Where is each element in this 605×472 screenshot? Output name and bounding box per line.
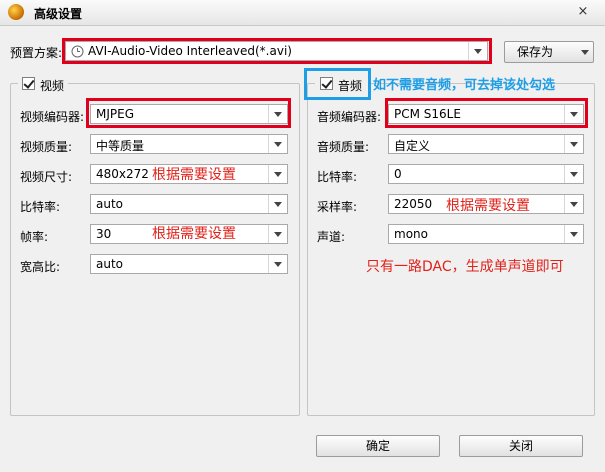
video-framerate-value: 30 [96, 227, 112, 241]
annotation-samplerate-note: 根据需要设置 [446, 198, 530, 214]
audio-codec-select[interactable]: PCM S16LE [388, 104, 584, 124]
ok-button[interactable]: 确定 [316, 435, 440, 457]
chevron-down-icon [268, 105, 287, 123]
video-codec-value: MJPEG [96, 107, 135, 121]
audio-channel-select[interactable]: mono [388, 224, 584, 244]
video-size-label: 视频尺寸: [20, 170, 73, 184]
chevron-down-icon [468, 42, 487, 60]
audio-bitrate-value: 0 [394, 167, 402, 181]
audio-group [307, 83, 595, 416]
audio-bitrate-select[interactable]: 0 [388, 164, 584, 184]
video-size-value: 480x272 [96, 167, 149, 181]
audio-bitrate-label: 比特率: [317, 170, 358, 184]
annotation-audio-tip: 如不需要音频，可去掉该处勾选 [373, 78, 556, 93]
video-quality-value: 中等质量 [96, 139, 145, 153]
audio-quality-label: 音频质量: [317, 140, 370, 154]
video-bitrate-label: 比特率: [20, 200, 61, 214]
preset-select[interactable]: AVI-Audio-Video Interleaved(*.avi) [65, 41, 488, 61]
chevron-down-icon [564, 135, 583, 153]
video-codec-label: 视频编码器: [20, 110, 85, 124]
video-framerate-label: 帧率: [20, 230, 49, 244]
video-aspect-value: auto [96, 257, 124, 271]
audio-codec-value: PCM S16LE [394, 107, 461, 121]
audio-channel-value: mono [394, 227, 428, 241]
chevron-down-icon [268, 225, 287, 243]
chevron-down-icon [268, 135, 287, 153]
video-quality-label: 视频质量: [20, 140, 73, 154]
chevron-down-icon [564, 165, 583, 183]
annotation-mono-tip: 只有一路DAC，生成单声道即可 [366, 259, 564, 275]
audio-samplerate-label: 采样率: [317, 200, 358, 214]
preset-value: AVI-Audio-Video Interleaved(*.avi) [88, 44, 292, 58]
title-bar: 高级设置 × [0, 0, 605, 26]
chevron-down-icon [581, 50, 589, 55]
audio-quality-select[interactable]: 自定义 [388, 134, 584, 154]
audio-codec-label: 音频编码器: [317, 110, 382, 124]
chevron-down-icon [564, 225, 583, 243]
video-group-title: 视频 [40, 79, 65, 93]
video-aspect-select[interactable]: auto [90, 254, 288, 274]
chevron-down-icon [268, 195, 287, 213]
annotation-framerate-note: 根据需要设置 [152, 226, 236, 242]
save-as-button[interactable]: 保存为 [504, 41, 594, 63]
video-quality-select[interactable]: 中等质量 [90, 134, 288, 154]
chevron-down-icon [564, 195, 583, 213]
annotation-size-note: 根据需要设置 [152, 167, 236, 183]
chevron-down-icon [268, 255, 287, 273]
video-codec-select[interactable]: MJPEG [90, 104, 288, 124]
video-aspect-label: 宽高比: [20, 260, 61, 274]
chevron-down-icon [564, 105, 583, 123]
video-enable-checkbox[interactable] [22, 77, 35, 90]
video-bitrate-value: auto [96, 197, 124, 211]
audio-enable-checkbox[interactable] [320, 77, 333, 90]
video-bitrate-select[interactable]: auto [90, 194, 288, 214]
preset-label: 预置方案: [10, 46, 63, 60]
video-group [10, 83, 300, 416]
app-logo-icon [8, 4, 24, 20]
close-icon[interactable]: × [574, 4, 592, 20]
audio-group-title: 音频 [338, 79, 363, 93]
window-title: 高级设置 [34, 7, 83, 21]
clock-icon [71, 45, 84, 58]
close-button[interactable]: 关闭 [459, 435, 583, 457]
audio-channel-label: 声道: [317, 230, 346, 244]
audio-quality-value: 自定义 [394, 139, 431, 153]
audio-samplerate-value: 22050 [394, 197, 433, 211]
chevron-down-icon [268, 165, 287, 183]
